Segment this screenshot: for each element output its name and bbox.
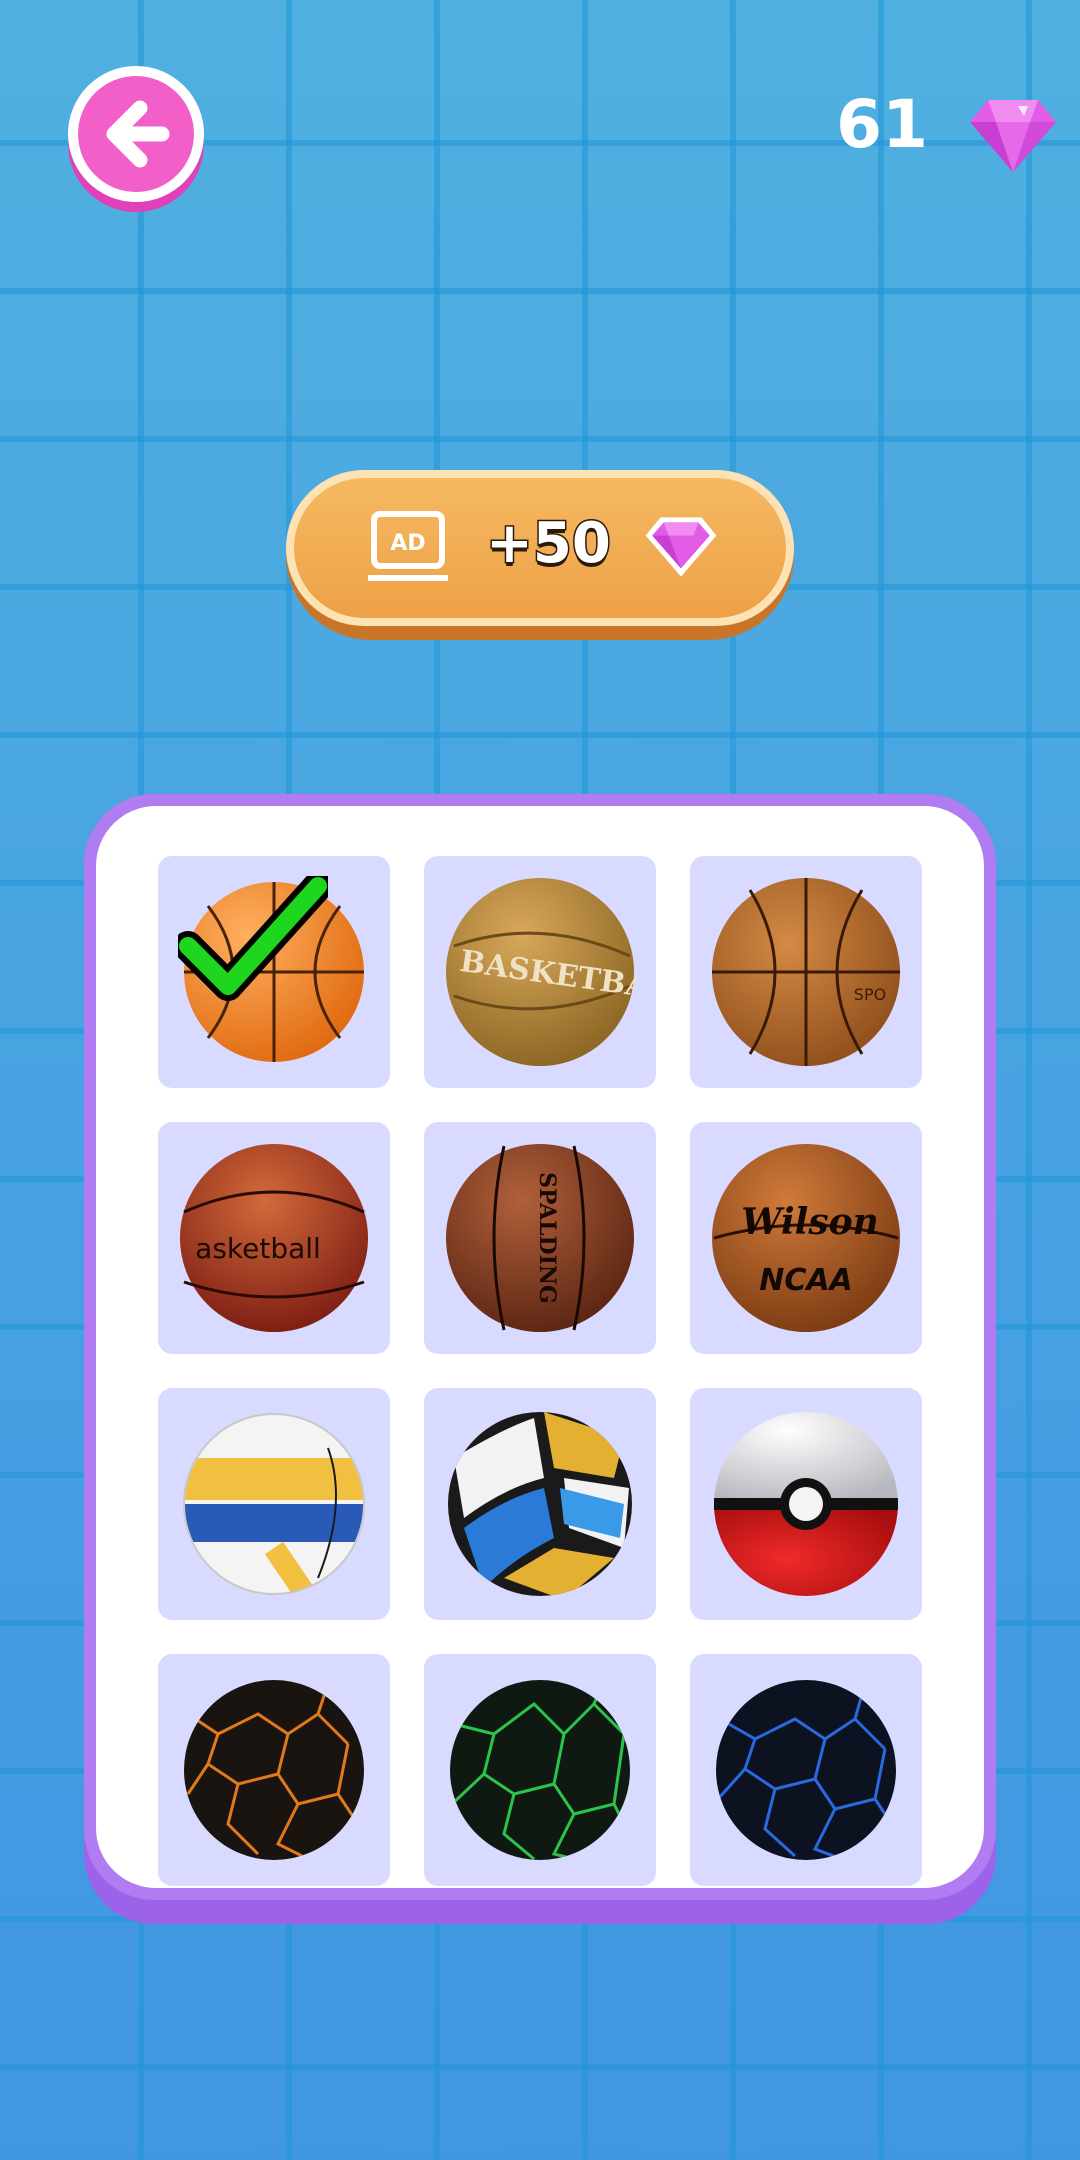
ball-cell-2[interactable]: BASKETBA — [424, 856, 656, 1088]
pokeball-icon — [714, 1412, 898, 1596]
ball-cell-12[interactable] — [690, 1654, 922, 1886]
gem-count: 61 — [836, 86, 928, 163]
ball-cell-3[interactable]: SPO — [690, 856, 922, 1088]
watch-ad-reward-button[interactable]: AD +50 — [286, 470, 794, 640]
ad-badge-text: AD — [390, 531, 425, 556]
basketball-wilson-icon: Wilson NCAA — [712, 1144, 900, 1332]
ball-cell-4[interactable]: asketball — [158, 1122, 390, 1354]
ball-selection-panel: BASKETBA SPO asketball SPALDING Wilson N… — [96, 806, 984, 1888]
ball-cell-5[interactable]: SPALDING — [424, 1122, 656, 1354]
volleyball-yellow-blue-icon — [183, 1413, 365, 1595]
lava-ball-green-icon — [450, 1680, 630, 1860]
ball-cell-9[interactable] — [690, 1388, 922, 1620]
basketball-spalding-icon: SPALDING — [446, 1144, 634, 1332]
arrow-left-icon — [106, 100, 170, 168]
ball-label: SPO — [854, 985, 886, 1004]
basketball-tan-icon: BASKETBA — [446, 878, 636, 1066]
selected-check-icon — [178, 876, 328, 1001]
lava-ball-blue-icon — [716, 1680, 896, 1860]
ball-cell-6[interactable]: Wilson NCAA — [690, 1122, 922, 1354]
volleyball-multicolor-icon — [448, 1412, 632, 1596]
ad-reward-amount: +50 — [485, 511, 613, 576]
basketball-red-icon: asketball — [180, 1144, 368, 1332]
ball-label: SPALDING — [534, 1172, 560, 1304]
ball-cell-10[interactable] — [158, 1654, 390, 1886]
ad-tv-icon: AD — [368, 511, 448, 581]
diamond-icon — [970, 100, 1056, 172]
ball-cell-11[interactable] — [424, 1654, 656, 1886]
diamond-icon — [645, 517, 717, 577]
ball-label: Wilson — [741, 1201, 879, 1243]
ball-label-2: NCAA — [759, 1263, 853, 1298]
ball-cell-8[interactable] — [424, 1388, 656, 1620]
ball-cell-7[interactable] — [158, 1388, 390, 1620]
ball-label: asketball — [195, 1232, 321, 1265]
ball-cell-1[interactable] — [158, 856, 390, 1088]
basketball-worn-icon: SPO — [712, 878, 900, 1066]
back-button[interactable] — [68, 66, 204, 202]
lava-ball-orange-icon — [184, 1680, 364, 1860]
